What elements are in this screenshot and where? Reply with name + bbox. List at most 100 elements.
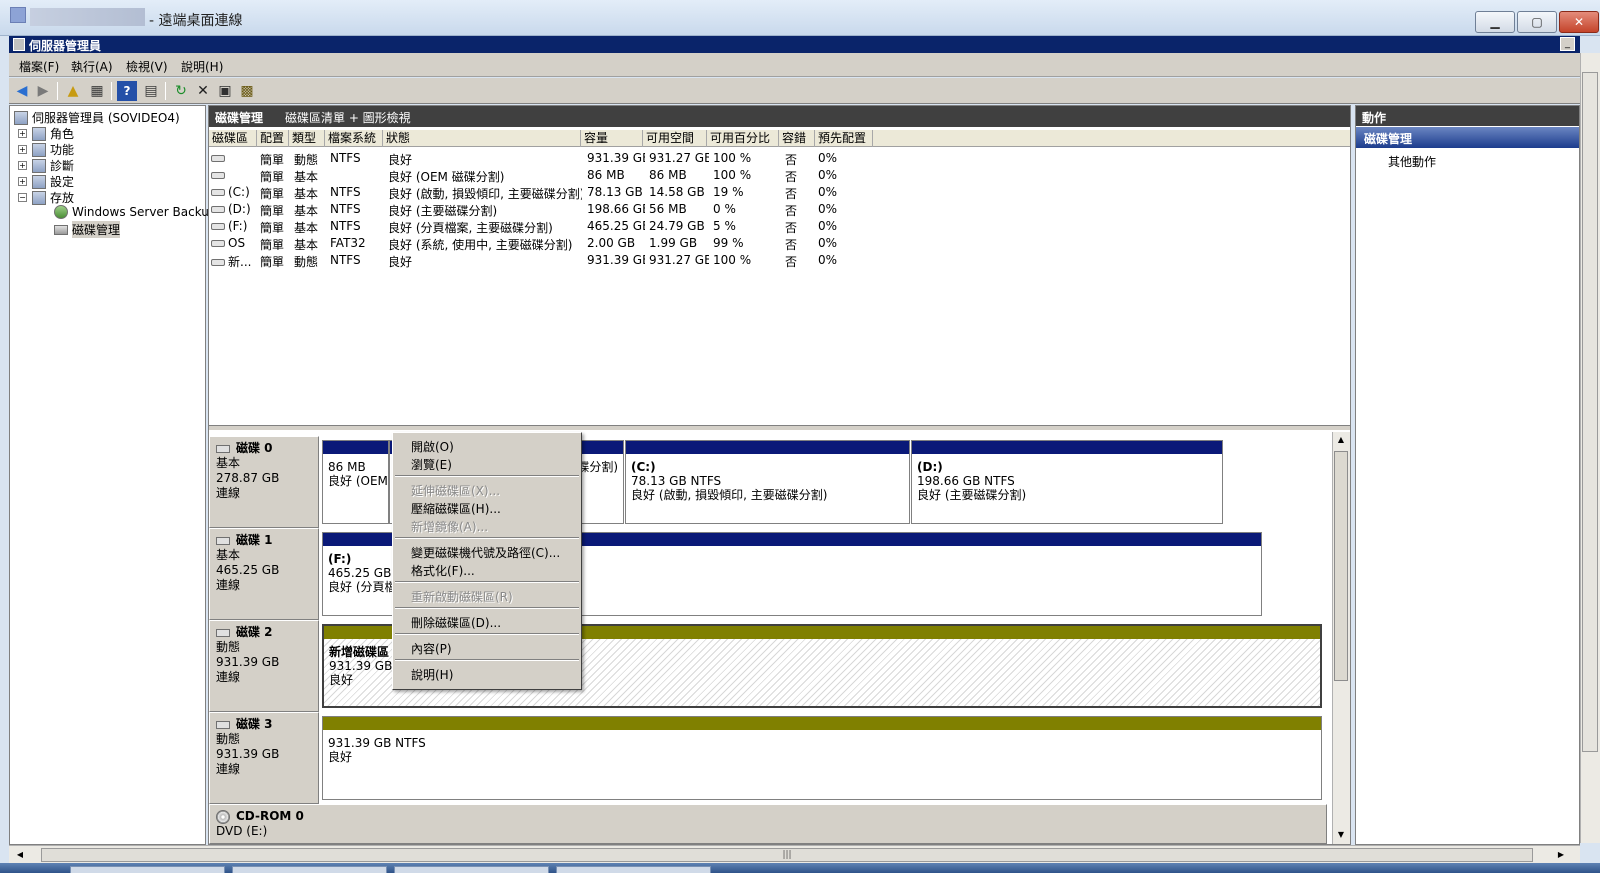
menu-help[interactable]: 說明(H) [181, 58, 223, 75]
scroll-down-icon[interactable]: ▼ [1334, 828, 1348, 842]
tree-item-disk-management[interactable]: 磁碟管理 [54, 221, 121, 238]
scroll-up-icon[interactable]: ▲ [1334, 433, 1348, 447]
column-header-overhead[interactable]: 預先配置 [815, 130, 873, 147]
cell-status: 良好 [388, 255, 413, 269]
more-actions-link[interactable]: 其他動作 [1388, 153, 1436, 170]
tree-item-diagnostics[interactable]: + 診斷 [18, 157, 74, 174]
disk-label[interactable]: 磁碟 2 動態 931.39 GB 連線 [209, 620, 319, 712]
pane-splitter[interactable] [209, 425, 1350, 431]
volume-row[interactable]: (C:) 簡單 基本 NTFS 良好 (啟動, 損毀傾印, 主要磁碟分割) 78.13 G… [209, 184, 889, 201]
menu-view[interactable]: 檢視(V) [126, 58, 168, 75]
partition-status: 良好 [328, 750, 353, 764]
taskbar-button[interactable] [70, 866, 225, 873]
toolbar-separator [57, 82, 58, 100]
tree-item-configuration[interactable]: + 設定 [18, 173, 74, 190]
toolbar: ◀ ▶ ▲ ▦ ? ▤ ↻ ✕ ▣ ▩ [9, 78, 1580, 104]
horizontal-scroll-thumb[interactable]: ||| [41, 848, 1533, 862]
column-header-volume[interactable]: 磁碟區 [209, 130, 257, 147]
cell-filesystem: NTFS [330, 185, 361, 199]
cdrom-label[interactable]: CD-ROM 0 DVD (E:) [209, 804, 1327, 844]
column-header-type[interactable]: 類型 [289, 130, 325, 147]
disk-name: 磁碟 2 [236, 625, 273, 639]
minimize-button[interactable]: ▁ [1475, 11, 1515, 33]
help-icon[interactable]: ? [117, 81, 137, 101]
volume-row[interactable]: OS 簡單 基本 FAT32 良好 (系統, 使用中, 主要磁碟分割) 2.00 GB 1.… [209, 235, 889, 252]
taskbar-button[interactable] [232, 866, 387, 873]
actions-header: 動作 [1356, 106, 1579, 126]
forward-arrow-icon[interactable]: ▶ [33, 81, 53, 101]
cell-type: 基本 [294, 238, 319, 252]
disk-label[interactable]: 磁碟 0 基本 278.87 GB 連線 [209, 436, 319, 528]
partition-c[interactable]: (C:) 78.13 GB NTFS 良好 (啟動, 損毀傾印, 主要磁碟分割) [625, 440, 910, 524]
volume-list-header: 磁碟區 配置 類型 檔案系統 狀態 容量 可用空間 可用百分比 容錯 預先配置 [209, 130, 1350, 147]
partition-disk3[interactable]: 931.39 GB NTFS 良好 [322, 716, 1322, 800]
ctx-delete-volume[interactable]: 刪除磁碟區(D)... [411, 614, 501, 631]
disk-label[interactable]: 磁碟 3 動態 931.39 GB 連線 [209, 712, 319, 804]
properties-icon[interactable]: ▣ [215, 81, 235, 101]
menu-separator [395, 537, 579, 539]
properties-view-icon[interactable]: ▤ [141, 81, 161, 101]
menu-file[interactable]: 檔案(F) [19, 58, 59, 75]
ctx-shrink-volume[interactable]: 壓縮磁碟區(H)... [411, 500, 501, 517]
ctx-properties[interactable]: 內容(P) [411, 640, 452, 657]
tree-item-windows-server-backup[interactable]: Windows Server Backup [54, 205, 217, 219]
backup-icon [54, 205, 68, 219]
expand-icon[interactable]: + [18, 145, 27, 154]
column-header-layout[interactable]: 配置 [257, 130, 289, 147]
disk-label[interactable]: 磁碟 1 基本 465.25 GB 連線 [209, 528, 319, 620]
graphical-scroll-thumb[interactable] [1334, 451, 1348, 681]
show-hide-tree-icon[interactable]: ▦ [87, 81, 107, 101]
scroll-left-icon[interactable]: ◀ [13, 848, 27, 862]
cell-type: 動態 [294, 153, 319, 167]
cell-percent-free: 99 % [713, 236, 744, 250]
menu-action[interactable]: 執行(A) [71, 58, 113, 75]
ctx-explore[interactable]: 瀏覽(E) [411, 456, 452, 473]
taskbar-button[interactable] [556, 866, 711, 873]
partition-oem[interactable]: 86 MB 良好 (OEM [322, 440, 389, 524]
close-button[interactable]: ✕ [1559, 11, 1599, 33]
ctx-open[interactable]: 開啟(O) [411, 438, 454, 455]
column-header-filesystem[interactable]: 檔案系統 [325, 130, 383, 147]
partition-bar [323, 441, 388, 454]
ctx-format[interactable]: 格式化(F)... [411, 562, 475, 579]
tree-item-roles[interactable]: + 角色 [18, 125, 74, 142]
delete-icon[interactable]: ✕ [193, 81, 213, 101]
outer-scroll-thumb[interactable] [1582, 72, 1598, 752]
tree-item-storage[interactable]: − 存放 [18, 189, 74, 206]
taskbar-button[interactable] [394, 866, 549, 873]
cell-volume: OS [211, 236, 257, 250]
disk-row: 磁碟 0 基本 278.87 GB 連線 86 MB 良好 (OEM 碟分割) [209, 436, 1329, 528]
volume-row[interactable]: 簡單 基本 良好 (OEM 磁碟分割) 86 MB 86 MB 100 % 否 0% [209, 167, 889, 184]
refresh-icon[interactable]: ↻ [171, 81, 191, 101]
column-header-percent-free[interactable]: 可用百分比 [707, 130, 779, 147]
collapse-icon[interactable]: − [18, 193, 27, 202]
export-icon[interactable]: ▩ [237, 81, 257, 101]
ctx-help[interactable]: 說明(H) [411, 666, 453, 683]
volume-row[interactable]: (D:) 簡單 基本 NTFS 良好 (主要磁碟分割) 198.66 GB 56 MB 0 %… [209, 201, 889, 218]
partition-d[interactable]: (D:) 198.66 GB NTFS 良好 (主要磁碟分割) [911, 440, 1223, 524]
actions-section-disk-management[interactable]: 磁碟管理 [1356, 127, 1579, 148]
expand-icon[interactable]: + [18, 161, 27, 170]
volume-row[interactable]: (F:) 簡單 基本 NTFS 良好 (分頁檔案, 主要磁碟分割) 465.25 GB 24… [209, 218, 889, 235]
column-header-fault-tolerance[interactable]: 容錯 [779, 130, 815, 147]
tree-root[interactable]: 伺服器管理員 (SOVIDEO4) [14, 109, 180, 126]
server-icon [14, 110, 28, 125]
ctx-change-drive-letter[interactable]: 變更磁碟機代號及路徑(C)... [411, 544, 560, 561]
cell-overhead: 0% [818, 202, 838, 216]
tree-item-features[interactable]: + 功能 [18, 141, 74, 158]
up-folder-icon[interactable]: ▲ [63, 81, 83, 101]
cell-capacity: 86 MB [587, 168, 625, 182]
maximize-button[interactable]: ▢ [1517, 11, 1557, 33]
column-header-capacity[interactable]: 容量 [581, 130, 643, 147]
column-header-free-space[interactable]: 可用空間 [643, 130, 707, 147]
expand-icon[interactable]: + [18, 177, 27, 186]
context-menu: 開啟(O) 瀏覽(E) 延伸磁碟區(X)... 壓縮磁碟區(H)... 新增鏡像… [392, 432, 582, 690]
back-arrow-icon[interactable]: ◀ [12, 81, 32, 101]
volume-row[interactable]: 簡單 動態 NTFS 良好 931.39 GB 931.27 GB 100 % 否 0% [209, 150, 889, 167]
inner-minimize-button[interactable]: _ [1560, 37, 1575, 51]
volume-row[interactable]: 新... 簡單 動態 NTFS 良好 931.39 GB 931.27 GB 100 % 否 0% [209, 252, 889, 269]
column-header-status[interactable]: 狀態 [383, 130, 581, 147]
scroll-right-icon[interactable]: ▶ [1554, 848, 1568, 862]
expand-icon[interactable]: + [18, 129, 27, 138]
horizontal-scrollbar[interactable]: ◀ ||| ▶ [9, 845, 1580, 863]
